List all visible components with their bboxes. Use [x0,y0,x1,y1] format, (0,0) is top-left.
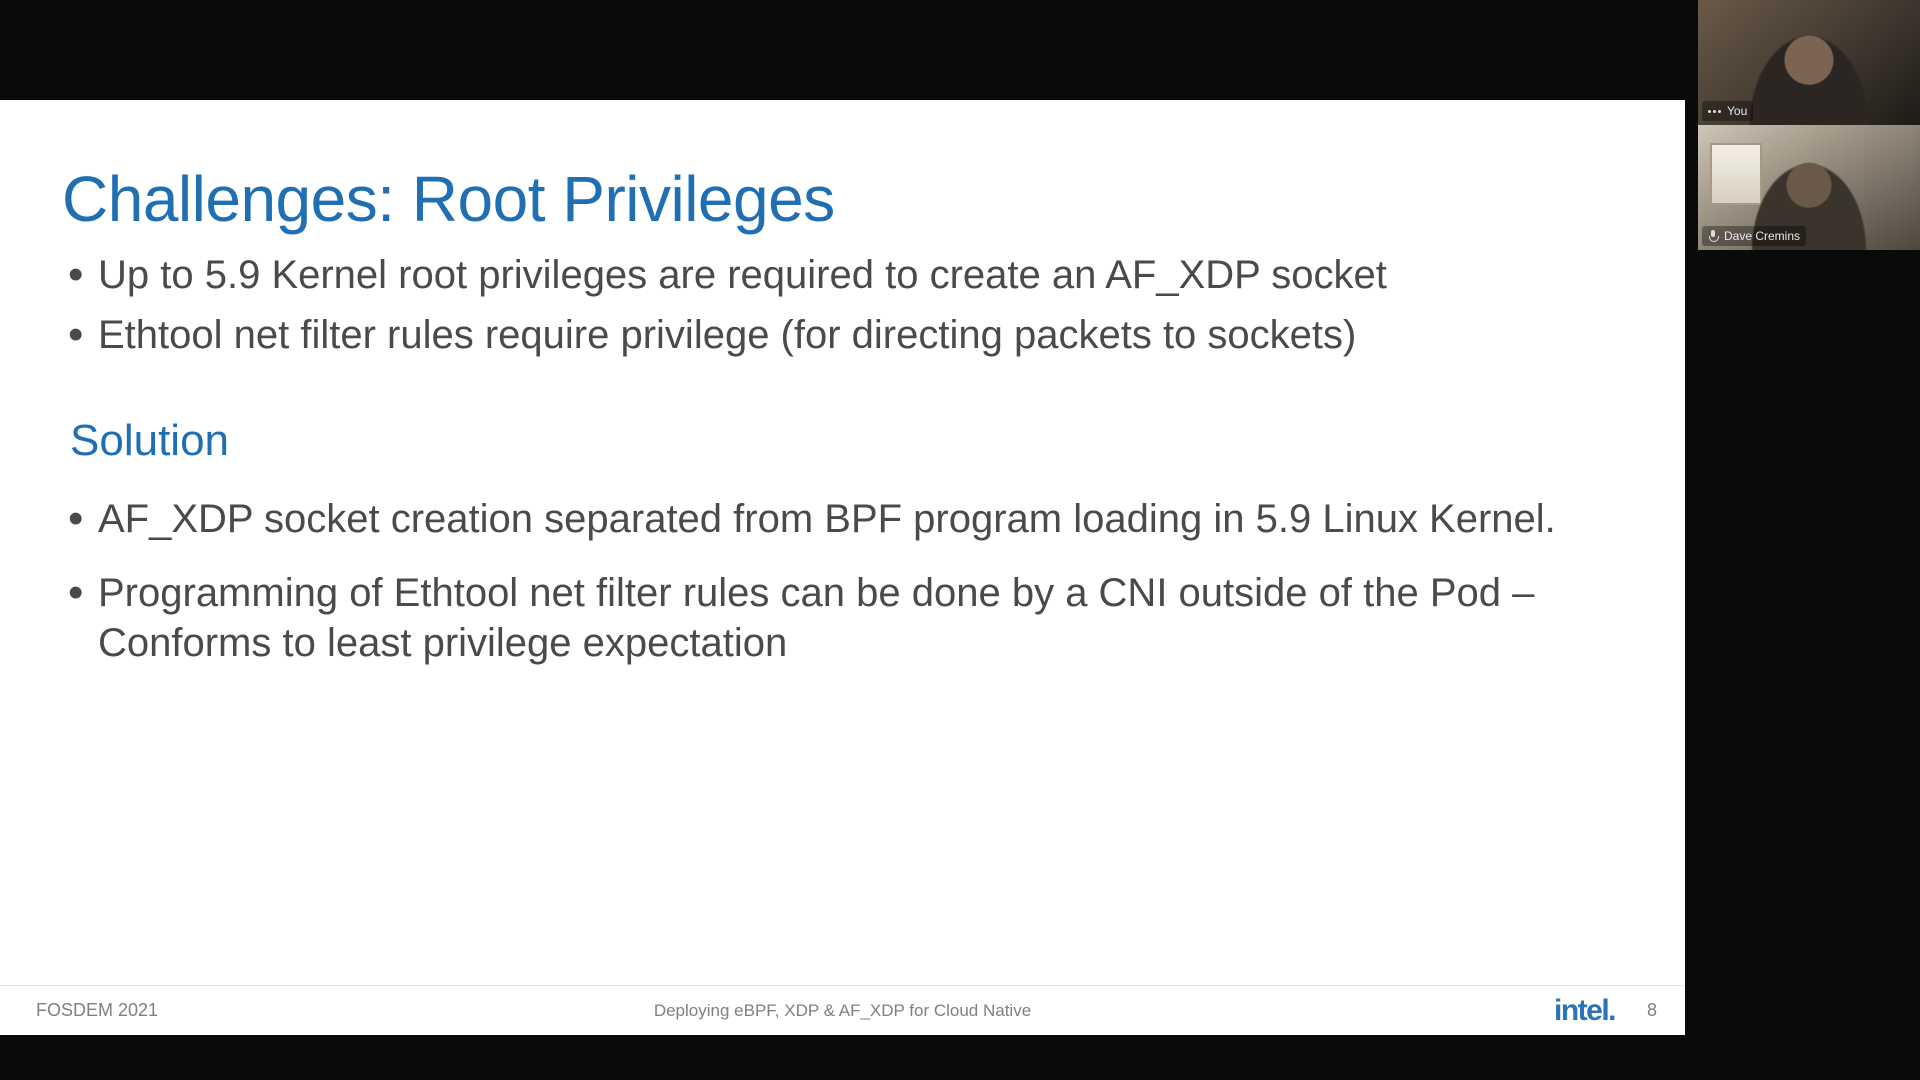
challenges-bullets: Up to 5.9 Kernel root privileges are req… [62,250,1565,360]
participant-name-bar: Dave Cremins [1702,226,1806,246]
bullet-item: AF_XDP socket creation separated from BP… [62,494,1565,544]
slide-body: Challenges: Root Privileges Up to 5.9 Ke… [62,162,1565,692]
solution-heading: Solution [62,416,1565,466]
participant-label: You [1727,104,1747,118]
bullet-item: Ethtool net filter rules require privile… [62,310,1565,360]
bullet-item: Programming of Ethtool net filter rules … [62,568,1565,668]
bullet-item: Up to 5.9 Kernel root privileges are req… [62,250,1565,300]
participant-label: Dave Cremins [1724,229,1800,243]
presentation-slide: Challenges: Root Privileges Up to 5.9 Ke… [0,100,1685,1035]
participant-tiles: You Dave Cremins [1698,0,1920,250]
slide-footer: FOSDEM 2021 Deploying eBPF, XDP & AF_XDP… [0,985,1685,1035]
footer-event: FOSDEM 2021 [36,1000,158,1021]
participant-tile[interactable]: Dave Cremins [1698,125,1920,250]
intel-logo: intel. [1554,994,1615,1028]
solution-bullets: AF_XDP socket creation separated from BP… [62,494,1565,668]
more-icon[interactable] [1708,110,1721,113]
stage: Challenges: Root Privileges Up to 5.9 Ke… [0,0,1920,1080]
participant-tile-self[interactable]: You [1698,0,1920,125]
avatar [1749,35,1869,125]
participant-name-bar: You [1702,101,1753,121]
mic-icon [1708,230,1718,242]
slide-title: Challenges: Root Privileges [62,162,1565,236]
footer-page-number: 8 [1647,1000,1657,1021]
footer-title: Deploying eBPF, XDP & AF_XDP for Cloud N… [654,1001,1031,1021]
